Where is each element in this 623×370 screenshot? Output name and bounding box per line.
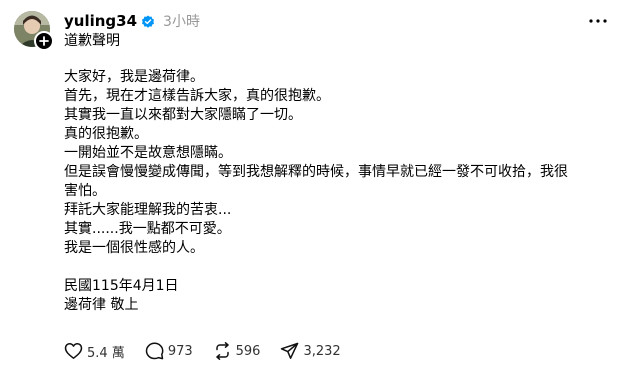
follow-button[interactable] — [34, 31, 54, 51]
plus-icon — [39, 36, 49, 46]
timestamp: 3小時 — [163, 14, 200, 30]
share-button[interactable]: 3,232 — [280, 342, 341, 360]
body-line: 其實......我一點都不可愛。 — [64, 221, 231, 237]
send-icon — [281, 342, 299, 359]
repost-icon — [215, 342, 229, 360]
post-header: yuling34 3小時 — [64, 11, 200, 31]
body-line: 大家好，我是邊荷律。 — [64, 69, 204, 85]
body-line: 我是一個很性感的人。 — [64, 240, 204, 256]
threads-post: yuling34 3小時 道歉聲明 大家好，我是邊荷律。 首先，現在才這樣告訴大… — [0, 0, 623, 370]
more-icon[interactable] — [587, 12, 609, 30]
avatar-container — [14, 11, 54, 51]
body-line: 一開始並不是故意想隱瞞。 — [64, 145, 232, 161]
body-line: 其實我一直以來都對大家隱瞞了一切。 — [64, 107, 302, 123]
comment-icon — [145, 342, 164, 360]
body-line: 但是誤會慢慢變成傳聞，等到我想解釋的時候，事情早就已經一發不可收拾，我很 — [64, 164, 568, 180]
body-line: 首先，現在才這樣告訴大家，真的很抱歉。 — [64, 88, 330, 104]
date-line: 民國115年4月1日 — [64, 278, 179, 294]
comment-button[interactable]: 973 — [145, 342, 193, 360]
body-line: 真的很抱歉。 — [64, 126, 148, 142]
like-button[interactable]: 5.4 萬 — [64, 342, 125, 361]
signature-line: 邊荷律 敬上 — [64, 297, 139, 313]
repost-count: 596 — [235, 343, 261, 359]
username[interactable]: yuling34 — [64, 12, 137, 30]
paragraph-2: 民國115年4月1日 邊荷律 敬上 — [64, 277, 594, 315]
share-count: 3,232 — [303, 343, 341, 359]
post-title: 道歉聲明 — [64, 33, 120, 49]
post-body: 道歉聲明 大家好，我是邊荷律。 首先，現在才這樣告訴大家，真的很抱歉。 其實我一… — [64, 32, 594, 315]
action-bar: 5.4 萬 973 596 3,232 — [64, 341, 361, 361]
verified-badge-icon — [141, 14, 155, 28]
body-line: 害怕。 — [64, 183, 106, 199]
comment-count: 973 — [167, 343, 193, 359]
repost-button[interactable]: 596 — [213, 342, 261, 360]
body-line: 拜託大家能理解我的苦衷... — [64, 202, 232, 218]
like-count: 5.4 萬 — [87, 345, 125, 361]
heart-icon — [64, 342, 83, 359]
paragraph-1: 大家好，我是邊荷律。 首先，現在才這樣告訴大家，真的很抱歉。 其實我一直以來都對… — [64, 68, 594, 258]
